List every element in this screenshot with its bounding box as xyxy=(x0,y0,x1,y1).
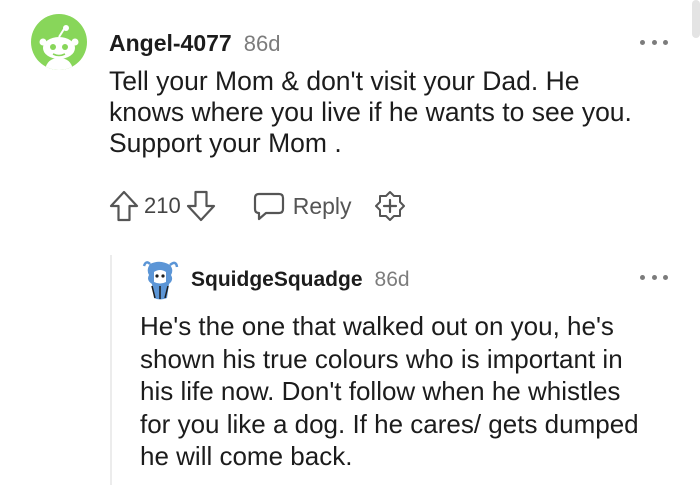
comment-actions: 210 Reply xyxy=(108,188,406,224)
arrow-up-icon[interactable] xyxy=(108,189,140,223)
award-plus-icon[interactable] xyxy=(374,190,406,222)
comment-author[interactable]: Angel-4077 xyxy=(109,30,232,57)
vote-score: 210 xyxy=(144,193,181,218)
squid-avatar-icon[interactable] xyxy=(140,260,180,300)
reply-age: 86d xyxy=(374,268,410,291)
reply-button[interactable]: Reply xyxy=(253,191,352,221)
arrow-down-icon[interactable] xyxy=(185,189,217,223)
reply-meta: SquidgeSquadge 86d xyxy=(191,268,410,292)
comment-body: Tell your Mom & don't visit your Dad. He… xyxy=(109,66,632,158)
reply-author[interactable]: SquidgeSquadge xyxy=(191,268,363,292)
comment: Angel-4077 86d Tell your Mom & don't vis… xyxy=(0,0,700,240)
more-options-icon[interactable] xyxy=(640,36,668,48)
more-options-icon[interactable] xyxy=(640,271,668,283)
speech-bubble-icon xyxy=(253,192,284,221)
avatar[interactable] xyxy=(31,14,87,70)
reddit-snoo-icon xyxy=(39,25,79,70)
reply-body: He's the one that walked out on you, he'… xyxy=(140,311,639,471)
comment-age: 86d xyxy=(243,31,281,56)
thread-line[interactable] xyxy=(110,255,112,485)
comment-meta: Angel-4077 86d xyxy=(109,30,280,57)
reply-label: Reply xyxy=(292,192,352,219)
